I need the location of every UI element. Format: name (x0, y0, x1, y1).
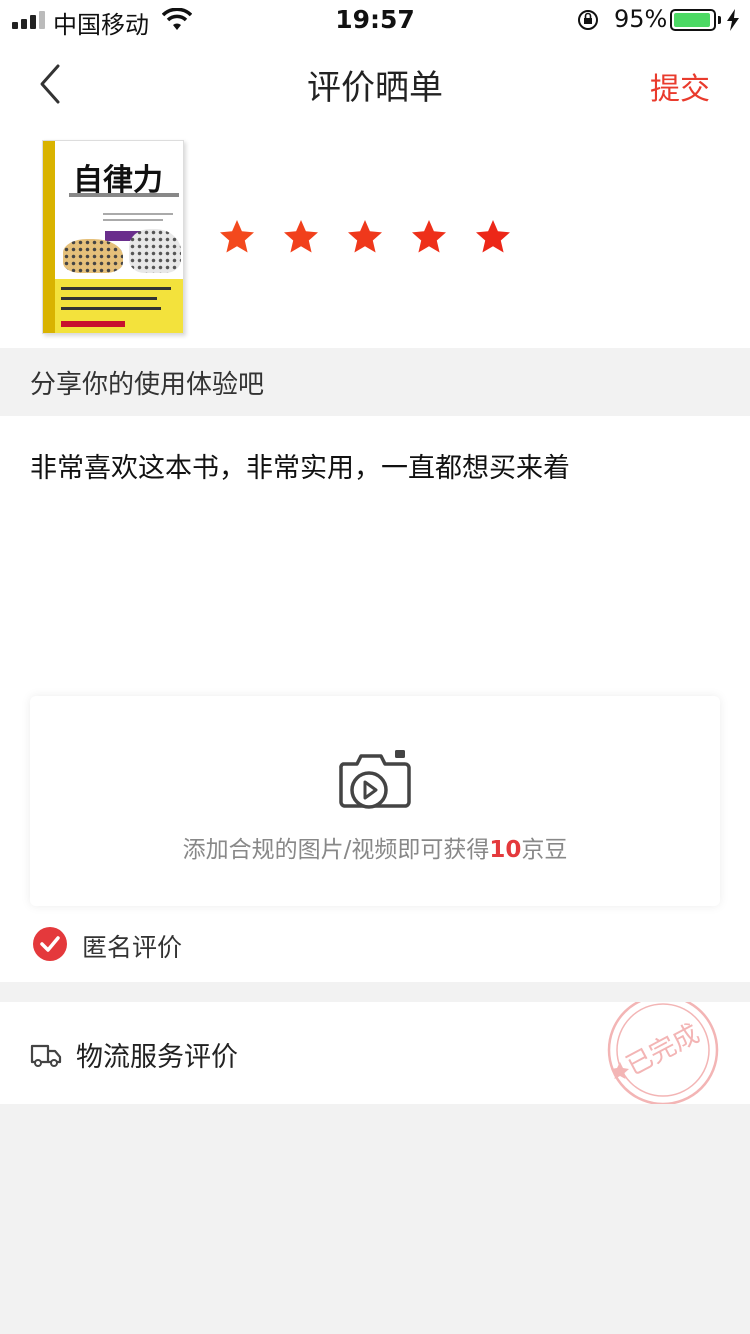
upload-hint-before: 添加合规的图片/视频即可获得 (182, 837, 490, 863)
media-upload-button[interactable]: 添加合规的图片/视频即可获得10京豆 (30, 696, 720, 906)
anonymous-checkbox[interactable] (32, 926, 68, 962)
share-prompt: 分享你的使用体验吧 (30, 370, 265, 400)
camera-video-icon (339, 750, 411, 809)
review-text-input[interactable]: 非常喜欢这本书，非常实用，一直都想买来着 (30, 446, 720, 485)
empty-background (0, 1104, 750, 1334)
star-icon[interactable] (346, 218, 384, 256)
battery-icon (670, 9, 716, 31)
share-prompt-bar: 分享你的使用体验吧 (0, 348, 750, 416)
stamp-text: 已完成 (622, 1019, 705, 1082)
star-icon[interactable] (282, 218, 320, 256)
star-icon[interactable] (474, 218, 512, 256)
anonymous-label[interactable]: 匿名评价 (82, 928, 182, 964)
upload-hint: 添加合规的图片/视频即可获得10京豆 (30, 830, 720, 864)
battery-percent: 95% (614, 5, 668, 33)
chevron-left-icon[interactable] (36, 62, 66, 106)
upload-hint-after: 京豆 (521, 837, 568, 863)
page-title: 评价晒单 (307, 68, 443, 108)
review-area: 非常喜欢这本书，非常实用，一直都想买来着 添加合规的图片/视频即可获得10京豆 … (0, 416, 750, 982)
logistics-rating-row[interactable]: 物流服务评价 已完成 (0, 1002, 750, 1104)
upload-reward-amount: 10 (489, 837, 522, 863)
book-cover-image: 自律力 (42, 140, 184, 334)
star-icon[interactable] (410, 218, 448, 256)
charging-bolt-icon (727, 9, 739, 31)
submit-button[interactable]: 提交 (650, 64, 710, 108)
status-bar: 中国移动 19:57 95% (0, 0, 750, 40)
orientation-lock-icon (578, 10, 598, 30)
logistics-label: 物流服务评价 (76, 1042, 238, 1073)
star-rating (218, 218, 512, 256)
nav-bar: 评价晒单 提交 (0, 40, 750, 128)
completed-stamp: 已完成 (607, 1002, 719, 1104)
product-rating-section: 自律力 (0, 128, 750, 348)
star-icon[interactable] (218, 218, 256, 256)
truck-icon (30, 1044, 62, 1067)
